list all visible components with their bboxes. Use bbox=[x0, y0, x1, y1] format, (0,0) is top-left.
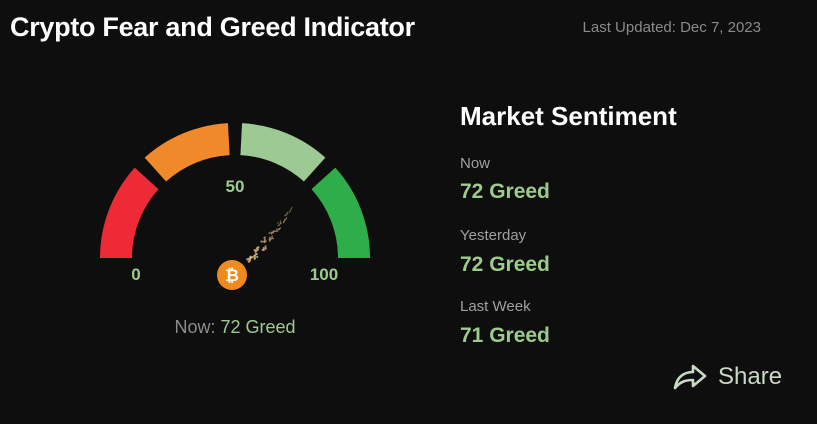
bitcoin-icon: ₿ bbox=[217, 260, 247, 290]
fear-greed-card: Crypto Fear and Greed Indicator Last Upd… bbox=[0, 0, 817, 424]
sentiment-yesterday-label: Yesterday bbox=[460, 227, 527, 244]
gauge-segment-fear bbox=[144, 123, 230, 182]
gauge-needle bbox=[246, 206, 293, 263]
gauge-now-value: 72 Greed bbox=[220, 317, 296, 337]
gauge-segment-extreme-greed bbox=[311, 167, 370, 258]
share-button[interactable]: Share bbox=[672, 362, 782, 392]
svg-text:₿: ₿ bbox=[225, 266, 239, 286]
share-arrow-icon bbox=[673, 364, 707, 390]
gauge-label-mid: 50 bbox=[226, 177, 245, 196]
market-sentiment-title: Market Sentiment bbox=[460, 101, 677, 131]
sentiment-now-label: Now bbox=[460, 155, 491, 172]
gauge-label-min: 0 bbox=[131, 265, 140, 284]
gauge-now-caption: Now: 72 Greed bbox=[120, 317, 350, 338]
gauge-now-label: Now: bbox=[174, 317, 216, 337]
page-title: Crypto Fear and Greed Indicator bbox=[10, 12, 415, 42]
last-updated-timestamp: Last Updated: Dec 7, 2023 bbox=[582, 19, 761, 36]
sentiment-now-value: 72 Greed bbox=[460, 180, 550, 203]
gauge-segment-extreme-fear bbox=[100, 167, 159, 258]
sentiment-yesterday-value: 72 Greed bbox=[460, 253, 550, 276]
sentiment-last-week-label: Last Week bbox=[460, 298, 531, 315]
fear-greed-gauge: 0 50 100 ₿ bbox=[100, 123, 370, 290]
gauge-segment-greed bbox=[240, 123, 326, 182]
share-label: Share bbox=[718, 363, 783, 390]
sentiment-last-week-value: 71 Greed bbox=[460, 324, 550, 347]
gauge-label-max: 100 bbox=[310, 265, 338, 284]
